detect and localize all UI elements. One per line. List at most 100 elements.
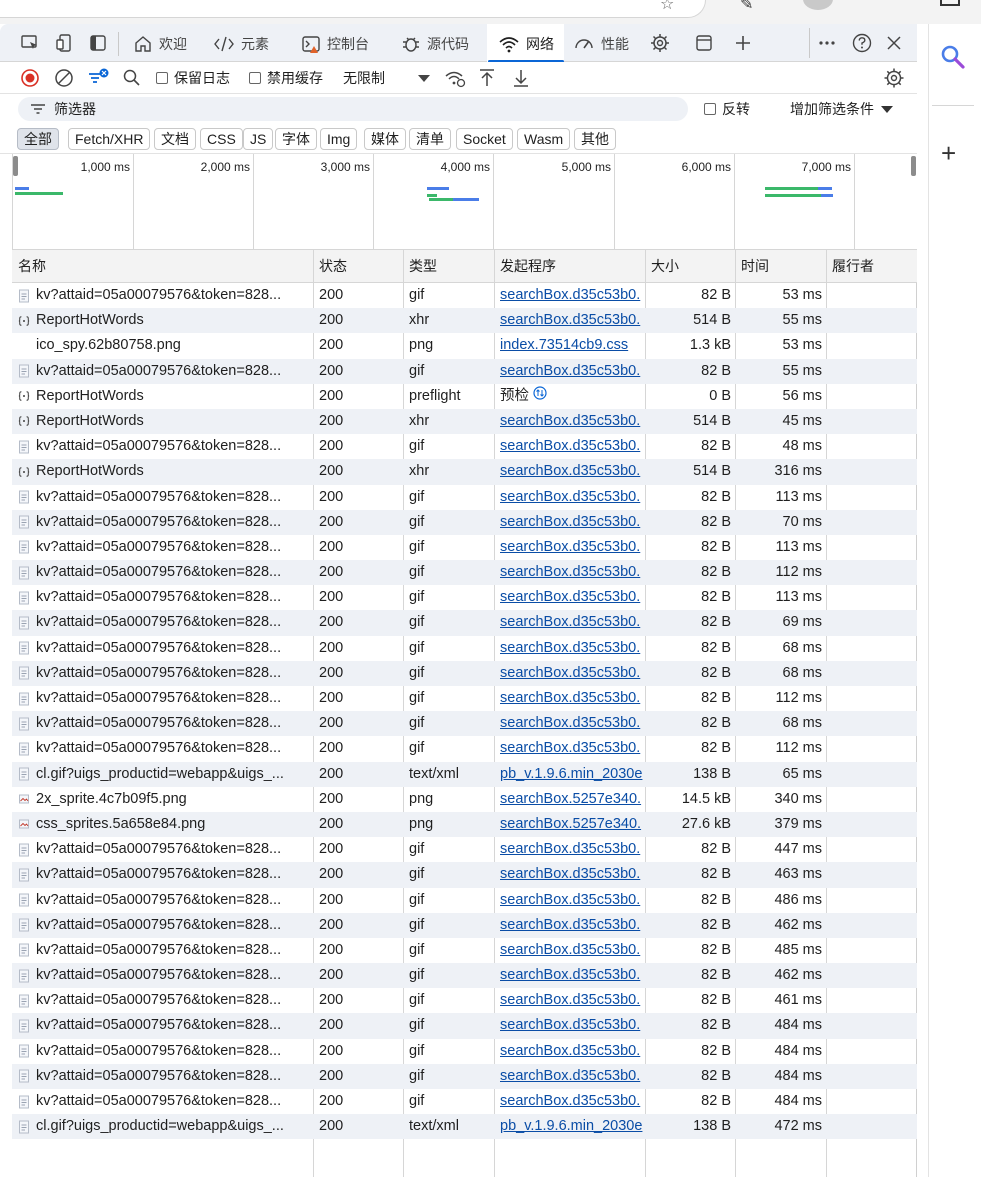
initiator-link[interactable]: searchBox.d35c53b0.	[500, 913, 645, 938]
table-row[interactable]: ReportHotWords 200 xhr searchBox.d35c53b0. 5…	[12, 459, 917, 485]
type-filter-wasm[interactable]: Wasm	[517, 128, 571, 150]
initiator-link[interactable]: searchBox.d35c53b0.	[500, 686, 645, 711]
request-name-cell[interactable]: kv?attaid=05a00079576&token=828...	[18, 485, 312, 510]
table-row[interactable]: ico_spy.62b80758.png 200 png index.73514cb9…	[12, 333, 917, 358]
device-emulation-icon[interactable]	[53, 31, 77, 55]
initiator-link[interactable]: searchBox.5257e340.	[500, 812, 645, 837]
disable-cache-checkbox[interactable]: 禁用缓存	[249, 66, 323, 90]
initiator-link[interactable]: searchBox.d35c53b0.	[500, 711, 645, 736]
table-row[interactable]: ReportHotWords 200 xhr searchBox.d35c53b0. 5…	[12, 308, 917, 334]
request-name-cell[interactable]: kv?attaid=05a00079576&token=828...	[18, 711, 312, 736]
inspect-element-icon[interactable]	[18, 31, 42, 55]
table-row[interactable]: kv?attaid=05a00079576&token=828... 200 gif…	[12, 837, 917, 862]
initiator-link[interactable]: searchBox.d35c53b0.	[500, 485, 645, 510]
request-name-cell[interactable]: kv?attaid=05a00079576&token=828...	[18, 434, 312, 459]
application-panel-icon[interactable]	[692, 31, 716, 55]
request-name-cell[interactable]: kv?attaid=05a00079576&token=828...	[18, 913, 312, 938]
preflight-info-icon[interactable]	[533, 384, 547, 409]
request-name-cell[interactable]: kv?attaid=05a00079576&token=828...	[18, 888, 312, 913]
type-filter-fetch-xhr[interactable]: Fetch/XHR	[68, 128, 151, 150]
table-row[interactable]: kv?attaid=05a00079576&token=828... 200 gif…	[12, 988, 917, 1013]
request-name-cell[interactable]: kv?attaid=05a00079576&token=828...	[18, 736, 312, 761]
table-row[interactable]: kv?attaid=05a00079576&token=828... 200 gif…	[12, 434, 917, 459]
record-button[interactable]	[20, 66, 40, 90]
initiator-link[interactable]: searchBox.5257e340.	[500, 787, 645, 812]
table-row[interactable]: kv?attaid=05a00079576&token=828... 200 gif…	[12, 560, 917, 586]
table-row[interactable]: ReportHotWords 200 preflight 预检 0 B 56 ms	[12, 384, 917, 409]
settings-gear-tab-icon[interactable]	[648, 31, 672, 55]
initiator-link[interactable]: searchBox.d35c53b0.	[500, 837, 645, 862]
table-row[interactable]: kv?attaid=05a00079576&token=828... 200 gif…	[12, 711, 917, 737]
network-settings-button[interactable]	[883, 66, 905, 90]
sidebar-add-icon[interactable]: +	[941, 140, 956, 166]
table-row[interactable]: kv?attaid=05a00079576&token=828... 200 gif…	[12, 1089, 917, 1114]
initiator-link[interactable]: searchBox.d35c53b0.	[500, 888, 645, 913]
type-filter-all[interactable]: 全部	[17, 128, 59, 150]
dock-side-icon[interactable]	[86, 31, 110, 55]
initiator-link[interactable]: searchBox.d35c53b0.	[500, 1039, 645, 1064]
initiator-link[interactable]: pb_v.1.9.6.min_2030e	[500, 762, 645, 787]
avatar[interactable]	[803, 0, 833, 10]
request-name-cell[interactable]: ico_spy.62b80758.png	[18, 333, 312, 358]
request-name-cell[interactable]: kv?attaid=05a00079576&token=828...	[18, 862, 312, 887]
table-row[interactable]: kv?attaid=05a00079576&token=828... 200 gif…	[12, 1013, 917, 1039]
table-row[interactable]: kv?attaid=05a00079576&token=828... 200 gif…	[12, 485, 917, 510]
tab-welcome[interactable]: 欢迎	[133, 29, 187, 59]
request-name-cell[interactable]: kv?attaid=05a00079576&token=828...	[18, 1089, 312, 1114]
tab-network[interactable]: 网络	[488, 29, 564, 63]
table-row[interactable]: kv?attaid=05a00079576&token=828... 200 gif…	[12, 509, 917, 535]
checkbox[interactable]	[249, 72, 261, 84]
request-name-cell[interactable]: kv?attaid=05a00079576&token=828...	[18, 1039, 312, 1064]
window-icon[interactable]	[940, 0, 960, 6]
preserve-log-checkbox[interactable]: 保留日志	[156, 66, 230, 90]
invert-checkbox[interactable]: 反转	[704, 97, 750, 121]
checkbox[interactable]	[156, 72, 168, 84]
type-filter-media[interactable]: 媒体	[364, 128, 406, 150]
initiator-link[interactable]: searchBox.d35c53b0.	[500, 661, 645, 686]
initiator-link[interactable]: pb_v.1.9.6.min_2030e	[500, 1114, 645, 1139]
initiator-link[interactable]: searchBox.d35c53b0.	[500, 409, 645, 434]
initiator-link[interactable]: searchBox.d35c53b0.	[500, 585, 645, 610]
tab-performance[interactable]: 性能	[573, 29, 629, 59]
table-row[interactable]: kv?attaid=05a00079576&token=828... 200 gif…	[12, 535, 917, 560]
type-filter-doc[interactable]: 文档	[154, 128, 196, 150]
table-row[interactable]: css_sprites.5a658e84.png 200 png searchBox.…	[12, 811, 917, 838]
initiator-link[interactable]: searchBox.d35c53b0.	[500, 636, 645, 661]
request-name-cell[interactable]: css_sprites.5a658e84.png	[18, 812, 312, 837]
address-bar[interactable]	[0, 0, 706, 18]
type-filter-css[interactable]: CSS	[200, 128, 243, 150]
type-filter-font[interactable]: 字体	[275, 128, 317, 150]
draw-icon[interactable]: ✎	[740, 0, 753, 14]
request-name-cell[interactable]: ReportHotWords	[18, 409, 312, 434]
clear-log-button[interactable]	[54, 66, 74, 90]
initiator-link[interactable]: searchBox.d35c53b0.	[500, 535, 645, 560]
table-row[interactable]: kv?attaid=05a00079576&token=828... 200 gif…	[12, 1039, 917, 1064]
type-filter-other[interactable]: 其他	[574, 128, 616, 150]
request-name-cell[interactable]: kv?attaid=05a00079576&token=828...	[18, 585, 312, 610]
request-name-cell[interactable]: kv?attaid=05a00079576&token=828...	[18, 837, 312, 862]
initiator-link[interactable]: searchBox.d35c53b0.	[500, 736, 645, 761]
request-name-cell[interactable]: kv?attaid=05a00079576&token=828...	[18, 560, 312, 585]
add-tab-plus-icon[interactable]	[731, 31, 755, 55]
request-name-cell[interactable]: kv?attaid=05a00079576&token=828...	[18, 535, 312, 560]
throttling-dropdown[interactable]	[417, 66, 431, 90]
tab-elements[interactable]: 元素	[213, 29, 269, 59]
request-name-cell[interactable]: ReportHotWords	[18, 384, 312, 409]
type-filter-manifest[interactable]: 清单	[409, 128, 451, 150]
table-row[interactable]: kv?attaid=05a00079576&token=828... 200 gif…	[12, 1063, 917, 1089]
request-name-cell[interactable]: kv?attaid=05a00079576&token=828...	[18, 1013, 312, 1038]
request-name-cell[interactable]: ReportHotWords	[18, 308, 312, 333]
request-name-cell[interactable]: ReportHotWords	[18, 459, 312, 484]
table-row[interactable]: cl.gif?uigs_productid=webapp&uigs_... 200…	[12, 1114, 917, 1140]
type-filter-socket[interactable]: Socket	[456, 128, 513, 150]
tab-console[interactable]: 控制台	[301, 29, 369, 59]
table-row[interactable]: kv?attaid=05a00079576&token=828... 200 gif…	[12, 610, 917, 636]
initiator-link[interactable]: searchBox.d35c53b0.	[500, 459, 645, 484]
more-options-icon[interactable]	[815, 31, 839, 55]
request-name-cell[interactable]: kv?attaid=05a00079576&token=828...	[18, 963, 312, 988]
table-row[interactable]: kv?attaid=05a00079576&token=828... 200 gif…	[12, 912, 917, 938]
search-button[interactable]	[122, 66, 142, 90]
filter-input[interactable]: 筛选器	[18, 97, 688, 121]
export-har-button[interactable]	[512, 66, 530, 90]
initiator-link[interactable]: searchBox.d35c53b0.	[500, 359, 645, 384]
